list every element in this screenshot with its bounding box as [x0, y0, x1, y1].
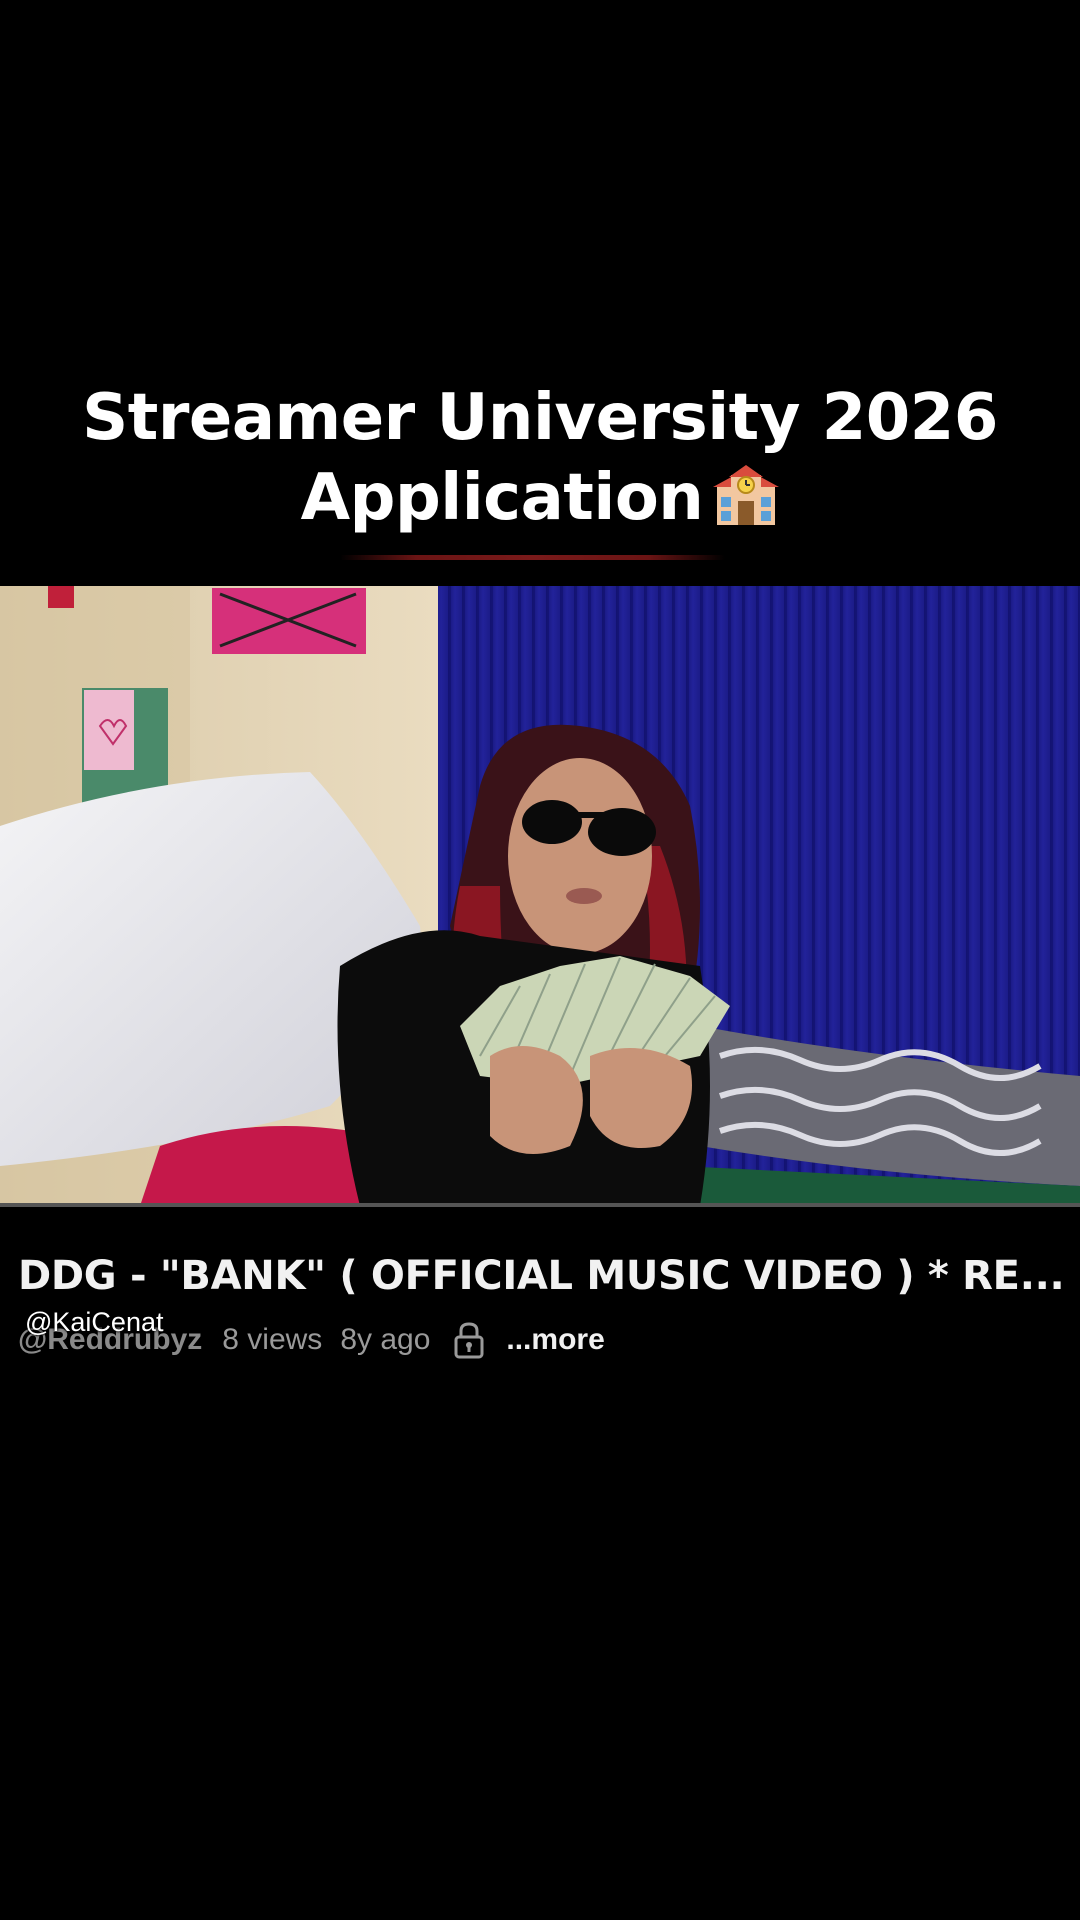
creator-handle-overlay[interactable]: @KaiCenat: [25, 1307, 163, 1338]
video-progress-bar[interactable]: [0, 1203, 1080, 1207]
view-count: 8 views: [222, 1323, 323, 1356]
caption-line-1: Streamer University 2026: [82, 381, 998, 455]
video-thumbnail[interactable]: [0, 586, 1080, 1206]
upload-age: 8y ago: [340, 1323, 431, 1356]
more-button[interactable]: ...more: [506, 1323, 604, 1357]
caption-line-2: Application: [0, 458, 1080, 538]
caption-line-2-text: Application: [300, 461, 704, 535]
lock-icon: [454, 1322, 484, 1359]
video-caption: Streamer University 2026 Application: [0, 378, 1080, 538]
tiktok-post: Streamer University 2026 Application DDG…: [0, 0, 1080, 1920]
caption-underline: [340, 555, 725, 560]
video-still-image: [0, 586, 1080, 1206]
video-title[interactable]: DDG - "BANK" ( OFFICIAL MUSIC VIDEO ) * …: [18, 1250, 1068, 1302]
school-icon: [713, 465, 780, 525]
